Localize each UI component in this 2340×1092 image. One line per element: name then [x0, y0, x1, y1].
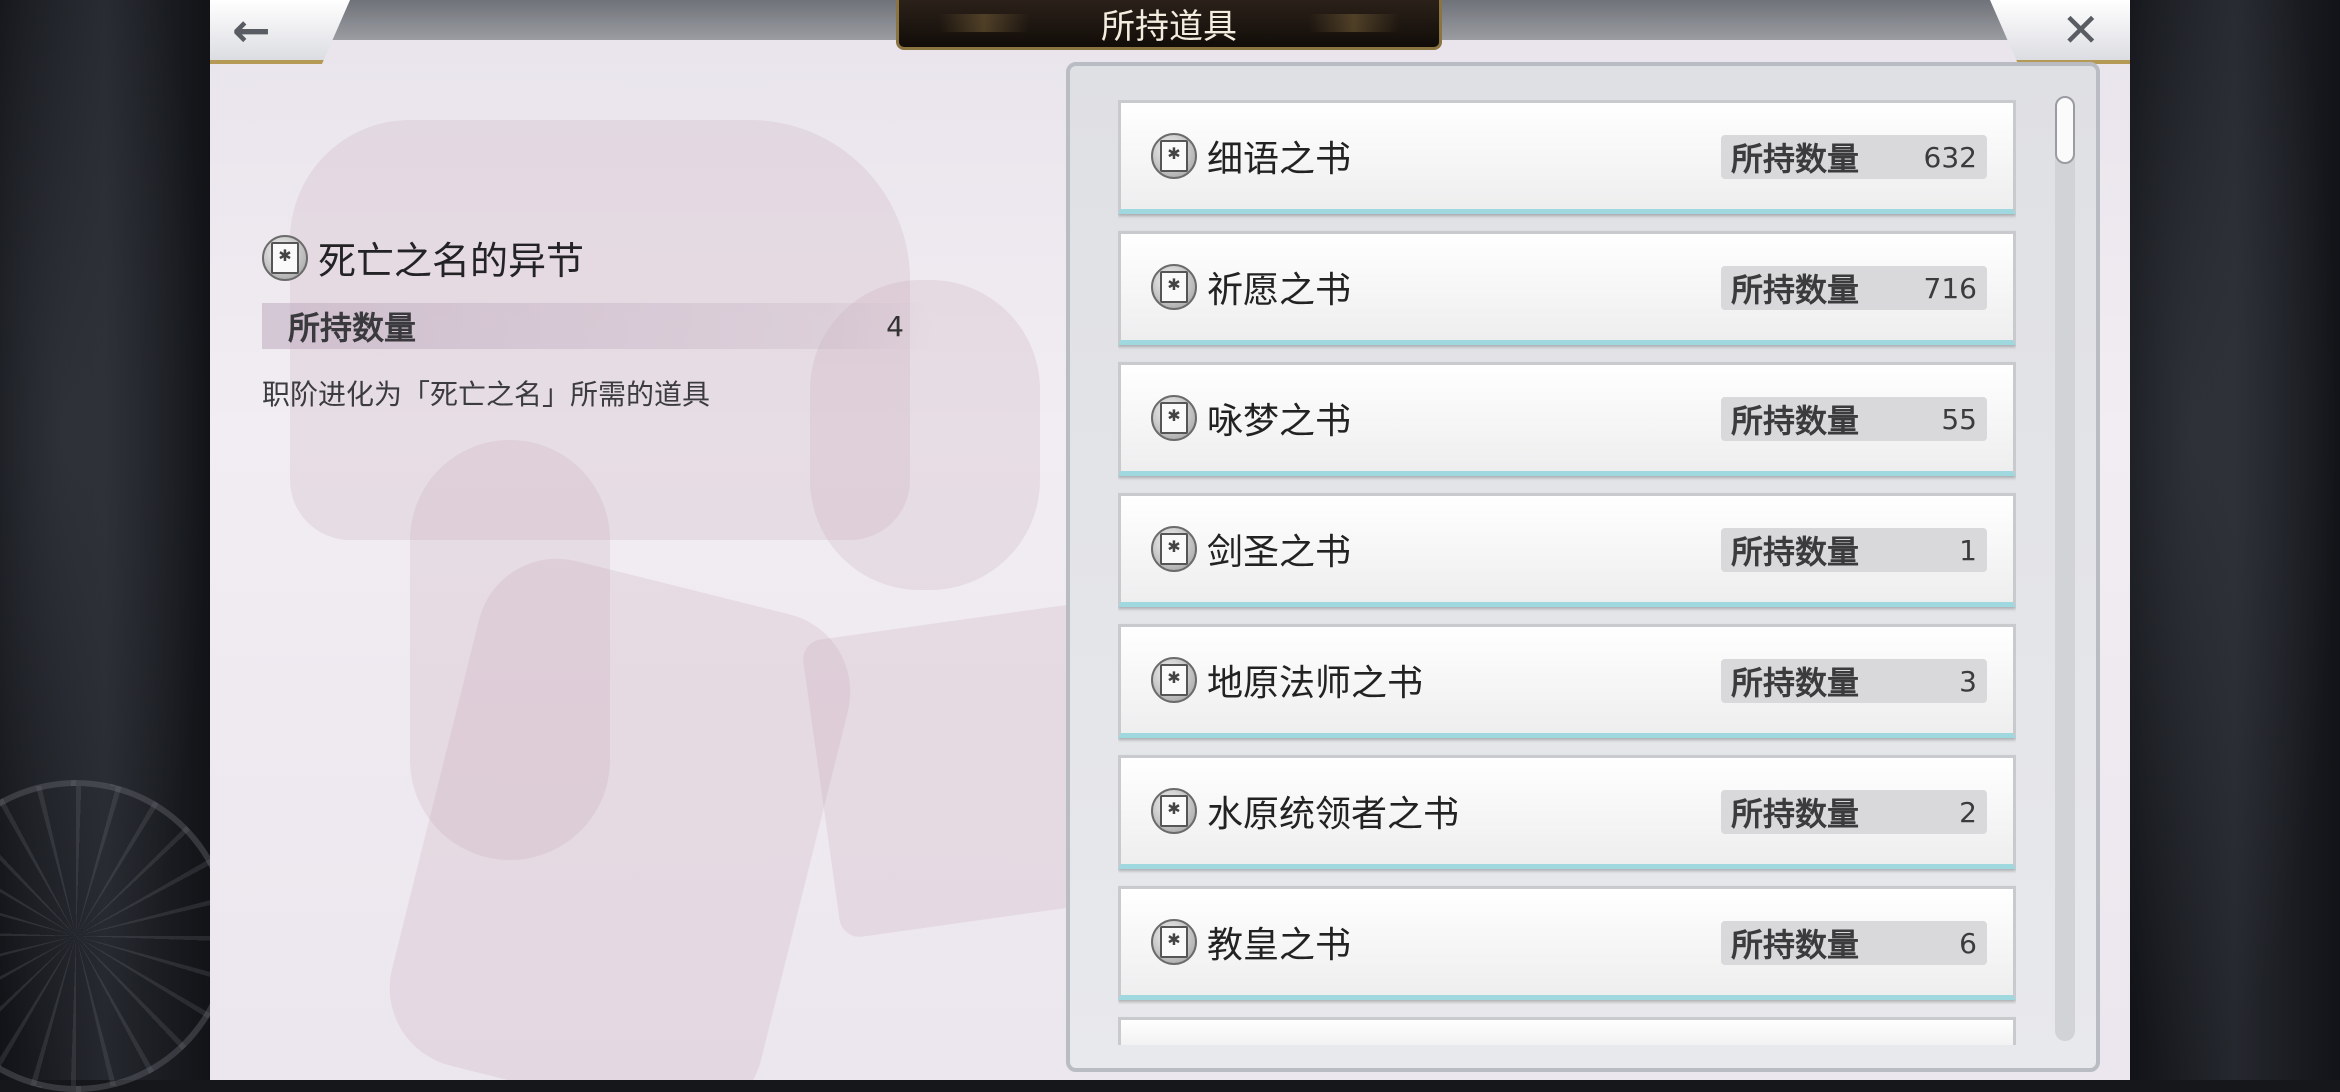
- book-icon: ✱: [1151, 657, 1197, 703]
- close-icon: ✕: [2061, 3, 2100, 57]
- detail-item-name: 死亡之名的异节: [318, 239, 585, 283]
- item-detail: ✱ 死亡之名的异节 所持数量 4 职阶进化为「死亡之名」所需的道具: [262, 230, 942, 413]
- window-title-text: 所持道具: [1101, 7, 1237, 47]
- list-item[interactable]: ✱ 教皇之书 所持数量 6: [1118, 886, 2016, 1000]
- item-name: 剑圣之书: [1207, 532, 1352, 573]
- item-quantity-label: 所持数量: [1731, 271, 1860, 309]
- item-quantity: 所持数量 6: [1721, 921, 1987, 965]
- window-title: 所持道具: [896, 0, 1442, 50]
- item-quantity-value: 1: [1959, 533, 1977, 567]
- item-name: 地原法师之书: [1207, 663, 1424, 704]
- item-quantity: 所持数量 1: [1721, 528, 1987, 572]
- item-quantity: 所持数量 55: [1721, 397, 1987, 441]
- book-icon: ✱: [1151, 133, 1197, 179]
- book-icon: ✱: [1151, 788, 1197, 834]
- item-name: 咏梦之书: [1207, 401, 1352, 442]
- item-quantity-label: 所持数量: [1731, 795, 1860, 833]
- detail-quantity-label: 所持数量: [288, 309, 417, 347]
- list-item-partial[interactable]: [1118, 1017, 2016, 1045]
- detail-header: ✱ 死亡之名的异节: [262, 230, 942, 285]
- book-icon: ✱: [262, 234, 308, 281]
- item-quantity-label: 所持数量: [1731, 140, 1860, 178]
- background-illustration: [210, 60, 1210, 1080]
- item-quantity: 所持数量 716: [1721, 266, 1987, 310]
- item-quantity-label: 所持数量: [1731, 664, 1860, 702]
- item-quantity-value: 2: [1959, 795, 1977, 829]
- item-quantity-value: 6: [1959, 926, 1977, 960]
- book-icon: ✱: [1151, 919, 1197, 965]
- detail-quantity-value: 4: [886, 309, 904, 343]
- item-quantity-value: 716: [1923, 271, 1977, 305]
- item-name: 细语之书: [1207, 139, 1352, 180]
- item-quantity-value: 55: [1941, 402, 1977, 436]
- item-list[interactable]: ✱ 细语之书 所持数量 632 ✱ 祈愿之书 所持数量 716 ✱ 咏梦之书 所…: [1118, 100, 2016, 1045]
- list-item[interactable]: ✱ 祈愿之书 所持数量 716: [1118, 231, 2016, 345]
- book-icon: ✱: [1151, 395, 1197, 441]
- item-quantity-label: 所持数量: [1731, 533, 1860, 571]
- list-item[interactable]: ✱ 地原法师之书 所持数量 3: [1118, 624, 2016, 738]
- item-quantity-value: 3: [1959, 664, 1977, 698]
- item-quantity-value: 632: [1923, 140, 1977, 174]
- left-side-background: [0, 0, 232, 1092]
- book-icon: ✱: [1151, 526, 1197, 572]
- list-scrollbar[interactable]: [2055, 96, 2075, 1041]
- book-icon: ✱: [1151, 264, 1197, 310]
- list-item[interactable]: ✱ 剑圣之书 所持数量 1: [1118, 493, 2016, 607]
- clock-decoration: [0, 780, 232, 1092]
- item-name: 祈愿之书: [1207, 270, 1352, 311]
- item-quantity-label: 所持数量: [1731, 926, 1860, 964]
- lamp-shape: [410, 440, 610, 860]
- detail-quantity-row: 所持数量 4: [262, 303, 932, 349]
- list-item[interactable]: ✱ 水原统领者之书 所持数量 2: [1118, 755, 2016, 869]
- back-arrow-icon: ←: [232, 3, 271, 57]
- right-side-background: [2130, 0, 2340, 1080]
- item-quantity: 所持数量 632: [1721, 135, 1987, 179]
- item-name: 水原统领者之书: [1207, 794, 1460, 835]
- item-name: 教皇之书: [1207, 925, 1352, 966]
- item-quantity: 所持数量 3: [1721, 659, 1987, 703]
- scrollbar-thumb[interactable]: [2055, 96, 2075, 164]
- item-quantity: 所持数量 2: [1721, 790, 1987, 834]
- detail-description: 职阶进化为「死亡之名」所需的道具: [262, 378, 711, 411]
- item-quantity-label: 所持数量: [1731, 402, 1860, 440]
- scroll-shape: [372, 541, 868, 1080]
- list-item[interactable]: ✱ 细语之书 所持数量 632: [1118, 100, 2016, 214]
- list-item[interactable]: ✱ 咏梦之书 所持数量 55: [1118, 362, 2016, 476]
